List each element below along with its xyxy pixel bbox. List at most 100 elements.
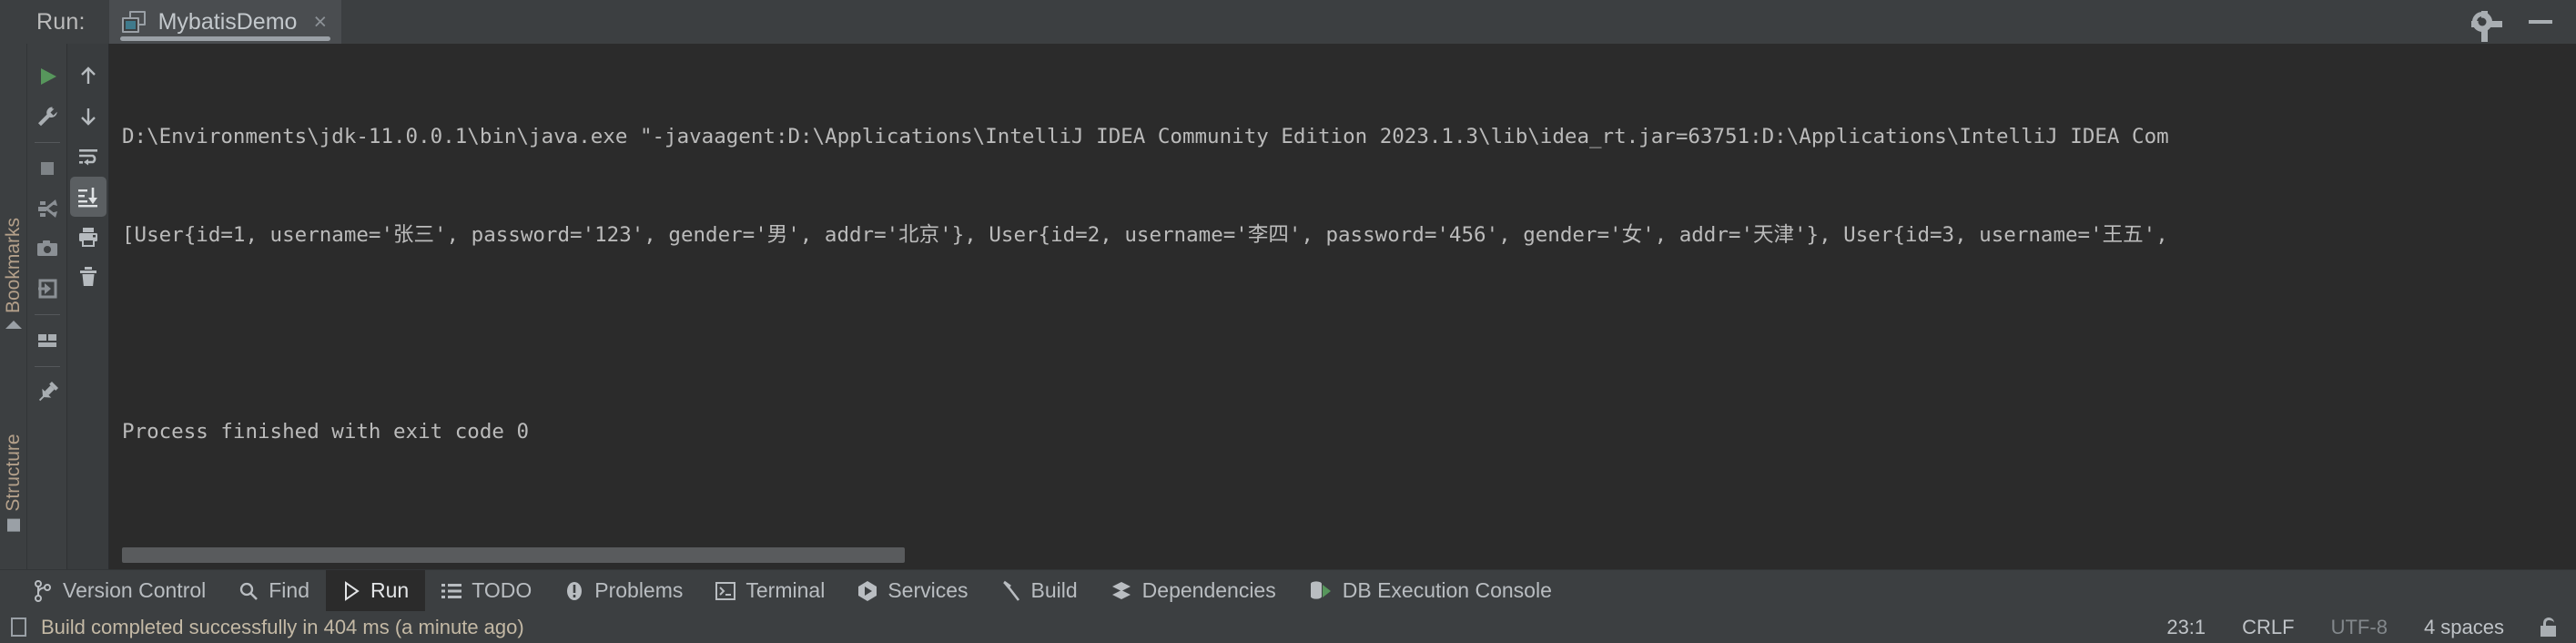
search-icon bbox=[240, 582, 259, 600]
console-horizontal-scrollbar[interactable] bbox=[109, 542, 2576, 569]
rerun-button[interactable] bbox=[29, 56, 66, 97]
trash-icon bbox=[79, 267, 96, 286]
console-line: D:\Environments\jdk-11.0.0.1\bin\java.ex… bbox=[122, 125, 2169, 148]
edit-configurations-button[interactable] bbox=[29, 97, 66, 137]
soft-wrap-button[interactable] bbox=[70, 137, 106, 177]
tool-window-button-dependencies[interactable]: Dependencies bbox=[1094, 570, 1293, 611]
minimize-button[interactable] bbox=[2527, 8, 2554, 36]
print-button[interactable] bbox=[70, 217, 106, 257]
threads-icon bbox=[37, 199, 57, 218]
tab-active-underline bbox=[119, 36, 331, 41]
left-tool-stripe: Bookmarks Structure bbox=[0, 44, 27, 569]
tool-window-button-version-control[interactable]: Version Control bbox=[16, 570, 222, 611]
pin-tab-button[interactable] bbox=[29, 373, 66, 413]
build-status-icon bbox=[11, 617, 26, 637]
header-left-gutter bbox=[0, 0, 27, 44]
branch-icon bbox=[35, 579, 51, 602]
bottom-tool-window-bar: Version Control Find Run TODO Problems T… bbox=[0, 569, 2576, 611]
toolbar-separator bbox=[34, 314, 60, 315]
toolbar-separator bbox=[34, 366, 60, 367]
tool-window-label: TODO bbox=[472, 578, 532, 602]
stop-button[interactable] bbox=[29, 148, 66, 189]
run-window-label: Run: bbox=[36, 8, 86, 35]
run-configuration-icon bbox=[121, 11, 146, 33]
tool-window-button-find[interactable]: Find bbox=[222, 570, 326, 611]
stripe-button-structure[interactable]: Structure bbox=[2, 434, 25, 532]
tool-window-label: Find bbox=[269, 578, 309, 602]
camera-icon bbox=[36, 240, 57, 256]
settings-button[interactable] bbox=[2469, 8, 2502, 42]
tool-window-button-terminal[interactable]: Terminal bbox=[699, 570, 841, 611]
arrow-down-icon bbox=[80, 108, 96, 126]
stripe-label-structure: Structure bbox=[2, 434, 24, 512]
status-bar-right: 23:1 CRLF UTF-8 4 spaces bbox=[2166, 616, 2556, 639]
run-configuration-tab-label: MybatisDemo bbox=[157, 8, 298, 35]
tool-window-label: DB Execution Console bbox=[1342, 578, 1552, 602]
console-line: [User{id=1, username='张三', password='123… bbox=[122, 223, 2168, 247]
status-bar: Build completed successfully in 404 ms (… bbox=[0, 611, 2576, 643]
tool-window-label: Dependencies bbox=[1141, 578, 1276, 602]
minimize-icon bbox=[2529, 20, 2552, 24]
clear-all-button[interactable] bbox=[70, 257, 106, 297]
close-icon[interactable]: × bbox=[309, 10, 327, 34]
tool-window-label: Run bbox=[370, 578, 410, 602]
tool-window-button-problems[interactable]: Problems bbox=[548, 570, 699, 611]
status-bar-left: Build completed successfully in 404 ms (… bbox=[11, 616, 524, 639]
run-actions-toolbar bbox=[27, 44, 67, 569]
bookmark-icon bbox=[5, 321, 22, 330]
stripe-button-bookmarks[interactable]: Bookmarks bbox=[2, 217, 25, 330]
layers-icon bbox=[1111, 581, 1131, 599]
export-arrow-icon bbox=[37, 279, 56, 299]
layout-button[interactable] bbox=[29, 321, 66, 361]
console-panel: D:\Environments\jdk-11.0.0.1\bin\java.ex… bbox=[109, 44, 2576, 569]
stop-square-icon bbox=[40, 162, 54, 175]
warning-circle-icon bbox=[567, 581, 583, 600]
gear-icon bbox=[2471, 11, 2502, 42]
wrench-icon bbox=[37, 107, 57, 127]
scroll-to-end-icon bbox=[77, 188, 97, 208]
line-separator[interactable]: CRLF bbox=[2242, 616, 2294, 639]
tool-window-button-run[interactable]: Run bbox=[326, 570, 426, 611]
indent-setting[interactable]: 4 spaces bbox=[2424, 616, 2504, 639]
tool-window-button-services[interactable]: Services bbox=[841, 570, 984, 611]
prev-occurrence-button[interactable] bbox=[70, 56, 106, 97]
tool-window-label: Version Control bbox=[63, 578, 207, 602]
debug-resume-button[interactable] bbox=[29, 189, 66, 229]
next-occurrence-button[interactable] bbox=[70, 97, 106, 137]
arrow-up-icon bbox=[80, 66, 96, 84]
scroll-to-end-button[interactable] bbox=[69, 177, 106, 217]
tool-window-label: Services bbox=[887, 578, 969, 602]
tool-window-button-db-execution-console[interactable]: DB Execution Console bbox=[1293, 570, 1568, 611]
tool-window-button-build[interactable]: Build bbox=[985, 570, 1094, 611]
hammer-icon bbox=[1002, 580, 1019, 601]
header-actions bbox=[2469, 0, 2576, 44]
printer-icon bbox=[78, 228, 97, 247]
database-run-icon bbox=[1310, 580, 1331, 599]
services-icon bbox=[858, 580, 877, 601]
console-output[interactable]: D:\Environments\jdk-11.0.0.1\bin\java.ex… bbox=[109, 44, 2576, 542]
file-encoding[interactable]: UTF-8 bbox=[2331, 616, 2388, 639]
list-icon bbox=[441, 583, 462, 598]
screenshot-button[interactable] bbox=[29, 229, 66, 269]
tool-window-button-todo[interactable]: TODO bbox=[425, 570, 548, 611]
caret-position[interactable]: 23:1 bbox=[2166, 616, 2206, 639]
pin-icon bbox=[38, 381, 58, 402]
structure-icon bbox=[6, 518, 20, 532]
play-icon bbox=[40, 68, 56, 85]
tool-window-label: Build bbox=[1030, 578, 1078, 602]
tool-window-label: Problems bbox=[594, 578, 684, 602]
toolbar-separator bbox=[34, 142, 60, 143]
console-line: Process finished with exit code 0 bbox=[122, 420, 530, 444]
run-tool-window-header: Run: MybatisDemo × bbox=[0, 0, 2576, 44]
unlocked-icon[interactable] bbox=[2541, 617, 2556, 637]
run-configuration-tab[interactable]: MybatisDemo × bbox=[108, 0, 342, 44]
stripe-label-bookmarks: Bookmarks bbox=[2, 217, 24, 314]
scrollbar-thumb[interactable] bbox=[122, 547, 905, 563]
console-actions-toolbar bbox=[67, 44, 109, 569]
build-status-message[interactable]: Build completed successfully in 404 ms (… bbox=[41, 616, 524, 639]
run-window-body: Bookmarks Structure D:\Environments\jdk-… bbox=[0, 44, 2576, 569]
ide-run-window: Run: MybatisDemo × Bookmarks Structure D… bbox=[0, 0, 2576, 643]
terminal-icon bbox=[715, 581, 736, 600]
export-button[interactable] bbox=[29, 269, 66, 309]
